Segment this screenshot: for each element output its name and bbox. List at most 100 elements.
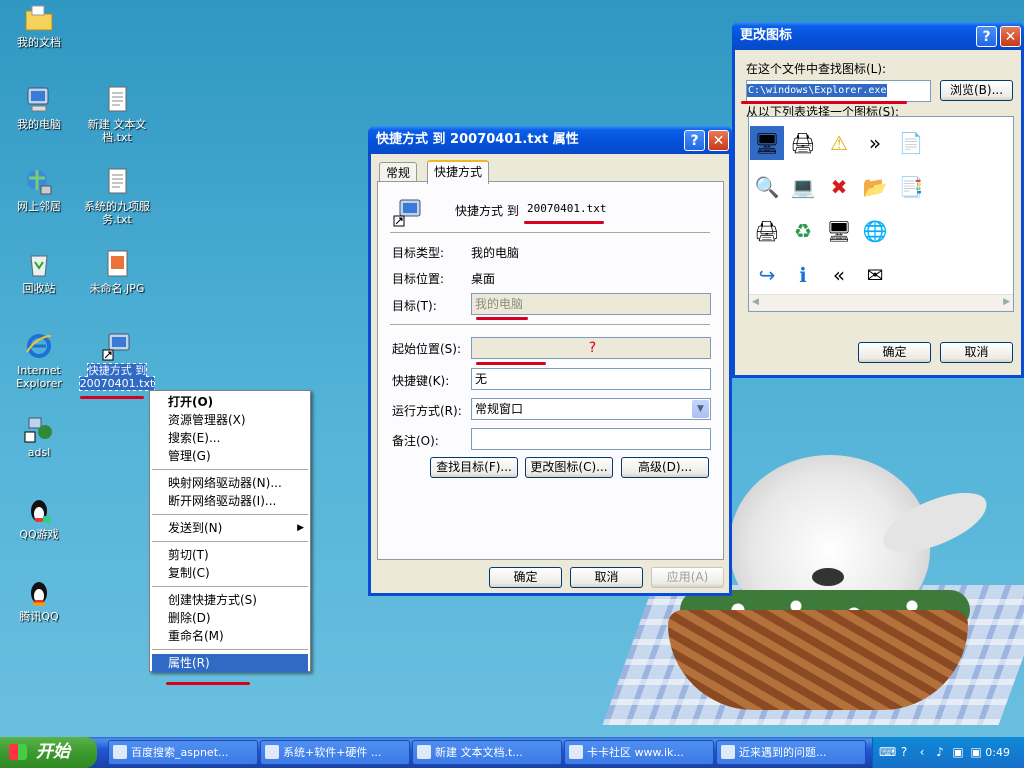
- browse-button[interactable]: 浏览(B)...: [940, 80, 1013, 101]
- show-hidden-icons-icon[interactable]: ‹: [915, 745, 929, 759]
- desktop-icon-jpg[interactable]: 未命名.JPG: [78, 248, 156, 295]
- desktop-icon-new-text[interactable]: 新建 文本文档.txt: [78, 84, 156, 144]
- desktop-icon-my-computer[interactable]: 我的电脑: [0, 84, 78, 131]
- annotation-underline: [166, 682, 250, 685]
- menu-item-open[interactable]: 打开(O): [150, 393, 310, 411]
- chevrons-left-icon[interactable]: «: [822, 258, 856, 292]
- computer-shortcut-icon: [393, 199, 421, 227]
- menu-separator: [152, 649, 308, 650]
- divider: [390, 324, 710, 328]
- taskbar-item[interactable]: 系统+软件+硬件 ...: [260, 740, 410, 765]
- menu-item-disconnect-drive[interactable]: 断开网络驱动器(I)...: [150, 492, 310, 510]
- network-window-icon[interactable]: 💻: [786, 170, 820, 204]
- wallpaper-bunny-nose: [812, 568, 844, 586]
- info-icon[interactable]: ℹ: [786, 258, 820, 292]
- help-button[interactable]: ?: [976, 26, 997, 47]
- ok-button[interactable]: 确定: [858, 342, 931, 363]
- ie-icon: [265, 745, 279, 759]
- warning-icon[interactable]: ⚠: [822, 126, 856, 160]
- change-icon-dialog: 更改图标 ? ✕ 在这个文件中查找图标(L): C:\windows\Explo…: [732, 22, 1024, 378]
- search-folder-icon[interactable]: 🔍: [750, 170, 784, 204]
- menu-item-create-shortcut[interactable]: 创建快捷方式(S): [150, 591, 310, 609]
- desktop-icon-shortcut-20070401[interactable]: 快捷方式 到 20070401.txt: [78, 330, 156, 391]
- taskbar-item[interactable]: 百度搜索_aspnet...: [108, 740, 258, 765]
- desktop-icon-network[interactable]: 网上邻居: [0, 166, 78, 213]
- advanced-button[interactable]: 高级(D)...: [621, 457, 709, 478]
- clock[interactable]: 0:49: [985, 737, 1010, 768]
- cancel-button[interactable]: 取消: [940, 342, 1013, 363]
- taskbar-item[interactable]: 卡卡社区 www.ik...: [564, 740, 714, 765]
- scroll-left-icon[interactable]: ◀: [752, 297, 759, 307]
- desktop-icon-tencent-qq[interactable]: 腾讯QQ: [0, 576, 78, 623]
- menu-item-map-drive[interactable]: 映射网络驱动器(N)...: [150, 474, 310, 492]
- hotkey-field[interactable]: 无: [471, 368, 711, 390]
- menu-item-rename[interactable]: 重命名(M): [150, 627, 310, 645]
- error-icon[interactable]: ✖: [822, 170, 856, 204]
- desktop-icon-my-documents[interactable]: 我的文档: [0, 2, 78, 49]
- chevron-down-icon[interactable]: ▼: [692, 400, 709, 418]
- menu-item-properties[interactable]: 属性(R): [152, 654, 308, 672]
- recycle-icon[interactable]: ♻: [786, 214, 820, 248]
- change-icon-button[interactable]: 更改图标(C)...: [525, 457, 613, 478]
- icon-list[interactable]: 🖥 🖨 ⚠ » 📄 🔍 💻 ✖ 📂 📑 🖨 ♻ 🖥 🌐 ↪ ℹ « ✉ ◀ ▶: [748, 116, 1014, 312]
- desktop-icon-label: 回收站: [22, 282, 56, 295]
- wallpaper-basket: [668, 610, 968, 710]
- desktop-icon-qq-game[interactable]: QQ游戏: [0, 494, 78, 541]
- taskbar-item-label: 新建 文本文档.t...: [435, 746, 523, 759]
- horizontal-scrollbar[interactable]: ◀ ▶: [749, 294, 1013, 311]
- keyboard-icon[interactable]: ⌨: [879, 745, 896, 759]
- tab-general[interactable]: 常规: [379, 162, 418, 183]
- menu-item-explorer[interactable]: 资源管理器(X): [150, 411, 310, 429]
- printer-help-icon[interactable]: 🖨: [786, 126, 820, 160]
- icon-file-path-field[interactable]: C:\windows\Explorer.exe: [746, 80, 931, 102]
- folder-icon[interactable]: 📂: [858, 170, 892, 204]
- comment-field[interactable]: [471, 428, 711, 450]
- close-button[interactable]: ✕: [1000, 26, 1021, 47]
- run-label: 运行方式(R):: [392, 404, 462, 418]
- menu-item-cut[interactable]: 剪切(T): [150, 546, 310, 564]
- start-in-field[interactable]: ?: [471, 337, 711, 359]
- network-tray-icon[interactable]: ▣: [951, 745, 965, 759]
- menu-item-send-to[interactable]: 发送到(N) ▶: [150, 519, 310, 537]
- cancel-button[interactable]: 取消: [570, 567, 643, 588]
- menu-item-delete[interactable]: 删除(D): [150, 609, 310, 627]
- dialog-titlebar[interactable]: 快捷方式 到 20070401.txt 属性 ? ✕: [368, 126, 732, 154]
- scroll-right-icon[interactable]: ▶: [1003, 297, 1010, 307]
- start-button[interactable]: 开始: [0, 737, 97, 768]
- envelope-icon[interactable]: ✉: [858, 258, 892, 292]
- go-arrow-icon[interactable]: ↪: [750, 258, 784, 292]
- desktop-icon-recycle-bin[interactable]: 回收站: [0, 248, 78, 295]
- apply-button[interactable]: 应用(A): [651, 567, 724, 588]
- server-doc-icon[interactable]: 📑: [894, 170, 928, 204]
- menu-item-manage[interactable]: 管理(G): [150, 447, 310, 465]
- globe-icon[interactable]: 🌐: [858, 214, 892, 248]
- chevrons-right-icon[interactable]: »: [858, 126, 892, 160]
- taskbar-item[interactable]: 新建 文本文档.t...: [412, 740, 562, 765]
- taskbar-item[interactable]: 近来遇到的问题...: [716, 740, 866, 765]
- monitor-icon[interactable]: 🖥: [822, 214, 856, 248]
- annotation-underline: [524, 221, 604, 224]
- close-button[interactable]: ✕: [708, 130, 729, 151]
- target-field[interactable]: 我的电脑: [471, 293, 711, 315]
- help-button[interactable]: ?: [684, 130, 705, 151]
- printer-icon[interactable]: 🖨: [750, 214, 784, 248]
- network-connection-icon: [24, 417, 52, 443]
- network-tray-icon-2[interactable]: ▣: [969, 745, 983, 759]
- computer-icon[interactable]: 🖥: [750, 126, 784, 160]
- network-icon: [27, 170, 52, 195]
- menu-item-copy[interactable]: 复制(C): [150, 564, 310, 582]
- ok-button[interactable]: 确定: [489, 567, 562, 588]
- desktop-icon-adsl[interactable]: adsl: [0, 412, 78, 459]
- divider: [390, 232, 710, 236]
- menu-item-search[interactable]: 搜索(E)...: [150, 429, 310, 447]
- image-file-icon: [107, 250, 128, 277]
- desktop-icon-ie[interactable]: Internet Explorer: [0, 330, 78, 390]
- tab-shortcut[interactable]: 快捷方式: [427, 160, 490, 184]
- word-doc-icon[interactable]: 📄: [894, 126, 928, 160]
- help-tray-icon[interactable]: ?: [897, 745, 911, 759]
- volume-icon[interactable]: ♪: [933, 745, 947, 759]
- find-target-button[interactable]: 查找目标(F)...: [430, 457, 518, 478]
- run-select[interactable]: 常规窗口 ▼: [471, 398, 711, 420]
- dialog-titlebar[interactable]: 更改图标 ? ✕: [732, 22, 1024, 50]
- desktop-icon-services-text[interactable]: 系统的九项服务.txt: [78, 166, 156, 226]
